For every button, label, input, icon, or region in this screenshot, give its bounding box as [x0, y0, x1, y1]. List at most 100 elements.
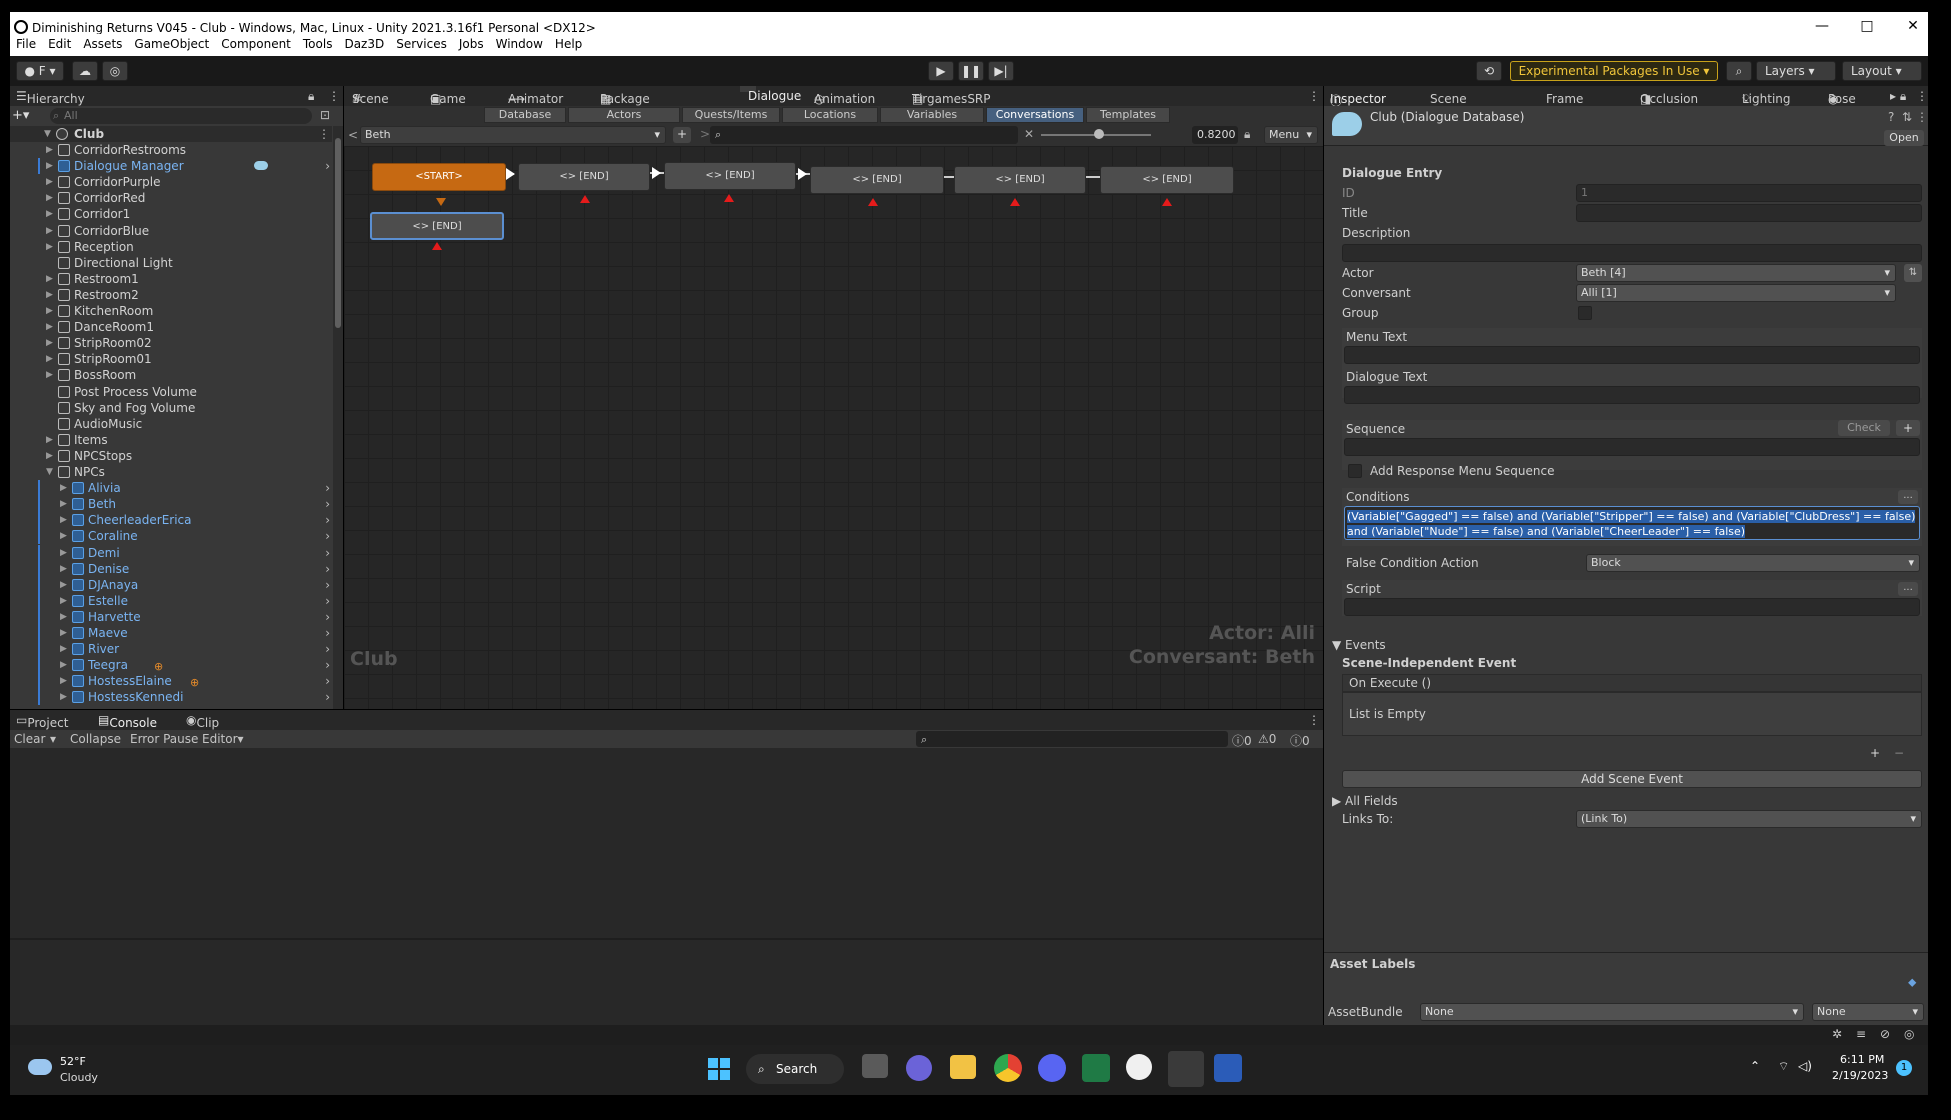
hierarchy-npc-row[interactable]: ▶ Demi ›: [10, 544, 332, 561]
open-prefab-icon[interactable]: ›: [325, 545, 330, 561]
expand-arrow-icon[interactable]: ▶: [46, 158, 53, 174]
open-prefab-icon[interactable]: ›: [325, 609, 330, 625]
collab-icon[interactable]: ◎: [102, 61, 128, 81]
clear-options-icon[interactable]: ▾: [50, 732, 56, 746]
hierarchy-search-input[interactable]: ⌕ All: [50, 108, 312, 124]
add-response-checkbox[interactable]: [1348, 464, 1362, 478]
menu-text-field[interactable]: [1344, 346, 1920, 364]
bug-icon[interactable]: ✲: [1832, 1027, 1842, 1041]
menu-item-component[interactable]: Component: [215, 34, 297, 51]
title-field[interactable]: [1576, 204, 1922, 222]
expand-arrow-icon[interactable]: ▶: [46, 319, 53, 335]
events-foldout[interactable]: ▼ Events: [1332, 638, 1386, 652]
word-icon[interactable]: [1214, 1054, 1242, 1082]
wifi-icon[interactable]: ⌔: [1778, 1059, 1789, 1074]
hierarchy-row[interactable]: ▶ Reception: [10, 239, 332, 255]
hierarchy-row[interactable]: ▶ Corridor1: [10, 206, 332, 222]
hierarchy-npc-row[interactable]: ▶ Beth ›: [10, 496, 332, 513]
expand-arrow-icon[interactable]: ▶: [60, 641, 67, 657]
hierarchy-row[interactable]: ▶ Items: [10, 432, 332, 448]
teams-chat-icon[interactable]: [906, 1055, 932, 1081]
pause-button[interactable]: ❚❚: [958, 61, 984, 81]
menu-item-jobs[interactable]: Jobs: [453, 34, 490, 51]
script-wizard-button[interactable]: ...: [1898, 582, 1918, 596]
expand-arrow-icon[interactable]: ▶: [46, 271, 53, 287]
end-node[interactable]: <> [END]: [518, 163, 650, 191]
open-prefab-icon[interactable]: ›: [325, 673, 330, 689]
hierarchy-npc-row[interactable]: ▶ DJAnaya ›: [10, 576, 332, 593]
collapse-button[interactable]: Collapse: [70, 732, 121, 746]
warning-count[interactable]: ⚠0: [1258, 732, 1276, 746]
hierarchy-row[interactable]: ▶ Dialogue Manager ›: [10, 158, 332, 175]
end-node[interactable]: <> [END]: [1100, 166, 1234, 194]
minimize-icon[interactable]: —: [1807, 18, 1837, 34]
hierarchy-npc-row[interactable]: ▶ Teegra › ⊕: [10, 657, 332, 674]
kebab-menu-icon[interactable]: ⋮: [1916, 110, 1928, 124]
hierarchy-npc-row[interactable]: ▶ River ›: [10, 641, 332, 658]
expand-arrow-icon[interactable]: ▶: [46, 432, 53, 448]
expand-arrow-icon[interactable]: ▶: [46, 448, 53, 464]
add-sequence-button[interactable]: +: [1896, 420, 1920, 436]
assetbundle-dropdown[interactable]: None: [1420, 1003, 1804, 1021]
open-prefab-icon[interactable]: ›: [325, 480, 330, 496]
expand-arrow-icon[interactable]: ▼: [46, 464, 53, 480]
hierarchy-row[interactable]: Directional Light: [10, 255, 332, 271]
excel-icon[interactable]: [1082, 1054, 1110, 1082]
add-conversation-button[interactable]: +: [673, 127, 691, 143]
subtab-variables[interactable]: Variables: [880, 107, 984, 123]
kebab-menu-icon[interactable]: ⋮: [1308, 713, 1320, 727]
open-prefab-icon[interactable]: ›: [325, 577, 330, 593]
hierarchy-row[interactable]: ▶ DanceRoom1: [10, 319, 332, 335]
clock-date[interactable]: 2/19/2023: [1832, 1069, 1888, 1082]
menu-item-edit[interactable]: Edit: [42, 34, 77, 51]
hierarchy-row[interactable]: ▶ BossRoom: [10, 367, 332, 383]
tab-dialogue[interactable]: Dialogue: [740, 86, 801, 103]
cloud-icon[interactable]: ☁: [72, 61, 98, 81]
subtab-templates[interactable]: Templates: [1086, 107, 1170, 123]
open-prefab-icon[interactable]: ›: [325, 528, 330, 544]
hierarchy-row[interactable]: ▼ NPCs: [10, 464, 332, 480]
end-node[interactable]: <> [END]: [664, 162, 796, 190]
scene-menu-icon[interactable]: ⋮: [318, 126, 330, 142]
expand-arrow-icon[interactable]: ▶: [60, 593, 67, 609]
hierarchy-row[interactable]: ▶ Restroom1: [10, 271, 332, 287]
hierarchy-row[interactable]: Post Process Volume: [10, 384, 332, 400]
hierarchy-row[interactable]: ▶ StripRoom02: [10, 335, 332, 351]
layers-dropdown[interactable]: Layers ▾: [1756, 61, 1836, 81]
actor-dropdown[interactable]: Beth [4]: [1576, 264, 1896, 282]
links-to-dropdown[interactable]: (Link To): [1576, 810, 1922, 828]
subtab-locations[interactable]: Locations: [782, 107, 878, 123]
hierarchy-npc-row[interactable]: ▶ CheerleaderErica ›: [10, 512, 332, 529]
clip-editor-tab[interactable]: ◉ Clip Editor: [186, 713, 232, 744]
expand-arrow-icon[interactable]: ▶: [60, 528, 67, 544]
check-button[interactable]: Check: [1838, 420, 1890, 436]
console-search-input[interactable]: ⌕: [916, 731, 1228, 747]
conversant-dropdown[interactable]: Alli [1]: [1576, 284, 1896, 302]
hierarchy-npc-row[interactable]: ▶ Denise ›: [10, 560, 332, 577]
menu-item-daz3d[interactable]: Daz3D: [338, 34, 390, 51]
open-prefab-icon[interactable]: ›: [325, 689, 330, 705]
play-button[interactable]: ▶: [928, 61, 954, 81]
unity-hub-icon[interactable]: [1126, 1054, 1152, 1080]
menu-item-window[interactable]: Window: [490, 34, 549, 51]
expand-arrow-icon[interactable]: ▶: [60, 673, 67, 689]
kebab-menu-icon[interactable]: ⋮: [1916, 89, 1928, 103]
unity-editor-icon[interactable]: [1168, 1051, 1204, 1087]
stack-icon[interactable]: ≡: [1856, 1027, 1866, 1041]
lock-icon[interactable]: 🔒︎: [1244, 127, 1250, 142]
step-button[interactable]: ▶|: [988, 61, 1014, 81]
lock-icon[interactable]: 🔒︎: [308, 89, 314, 104]
open-prefab-icon[interactable]: ›: [325, 158, 330, 174]
taskbar-search-button[interactable]: ⌕ Search: [746, 1054, 844, 1084]
expand-arrow-icon[interactable]: ▶: [60, 625, 67, 641]
hierarchy-npc-row[interactable]: ▶ Maeve ›: [10, 625, 332, 641]
clear-search-icon[interactable]: ✕: [1024, 127, 1034, 141]
volume-icon[interactable]: ◁): [1798, 1059, 1812, 1073]
account-button[interactable]: ● F ▾: [16, 61, 64, 81]
menu-item-services[interactable]: Services: [390, 34, 453, 51]
maximize-icon[interactable]: □: [1852, 18, 1882, 34]
swap-actor-button[interactable]: ⇅: [1904, 264, 1922, 282]
layout-dropdown[interactable]: Layout ▾: [1842, 61, 1922, 81]
hierarchy-npc-row[interactable]: ▶ HostessKennedi ›: [10, 689, 332, 706]
menu-item-gameobject[interactable]: GameObject: [128, 34, 215, 51]
